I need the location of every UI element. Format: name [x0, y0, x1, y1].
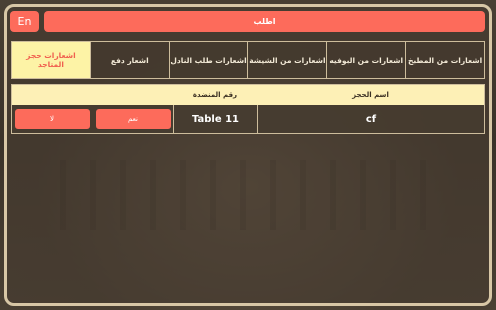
tab-buffet-notifications[interactable]: اشعارات من البوفيه: [326, 41, 407, 79]
booking-name-cell: cf: [257, 105, 484, 133]
order-title-button[interactable]: اطلب: [44, 11, 485, 32]
tab-shisha-notifications[interactable]: اشعارات من الشيشة: [247, 41, 328, 79]
tab-kitchen-notifications[interactable]: اشعارات من المطبخ: [405, 41, 485, 79]
tab-waiter-request-notifications[interactable]: اشعارات طلب النادل: [168, 41, 249, 79]
notification-tabs: اشعارات حجز المتاجد اشعار دفع اشعارات طل…: [11, 41, 485, 79]
row-actions: لا نعم: [12, 105, 173, 133]
tab-payment-notifications[interactable]: اشعار دفع: [89, 41, 170, 79]
table-number-header: رقم المنضدة: [192, 91, 238, 99]
tab-booking-notifications[interactable]: اشعارات حجز المتاجد: [11, 41, 91, 79]
reject-button[interactable]: لا: [14, 109, 90, 129]
table-header: رقم المنضدة اسم الحجز: [12, 85, 484, 105]
accept-button[interactable]: نعم: [95, 109, 171, 129]
booking-name-header: اسم الحجز: [352, 91, 389, 99]
language-button[interactable]: En: [10, 11, 39, 32]
actions-header: [12, 85, 173, 105]
table-row: لا نعم Table 11 cf: [12, 105, 484, 133]
bookings-table: رقم المنضدة اسم الحجز لا نعم Table 11 cf: [11, 84, 485, 134]
table-number-cell: Table 11: [173, 105, 257, 133]
